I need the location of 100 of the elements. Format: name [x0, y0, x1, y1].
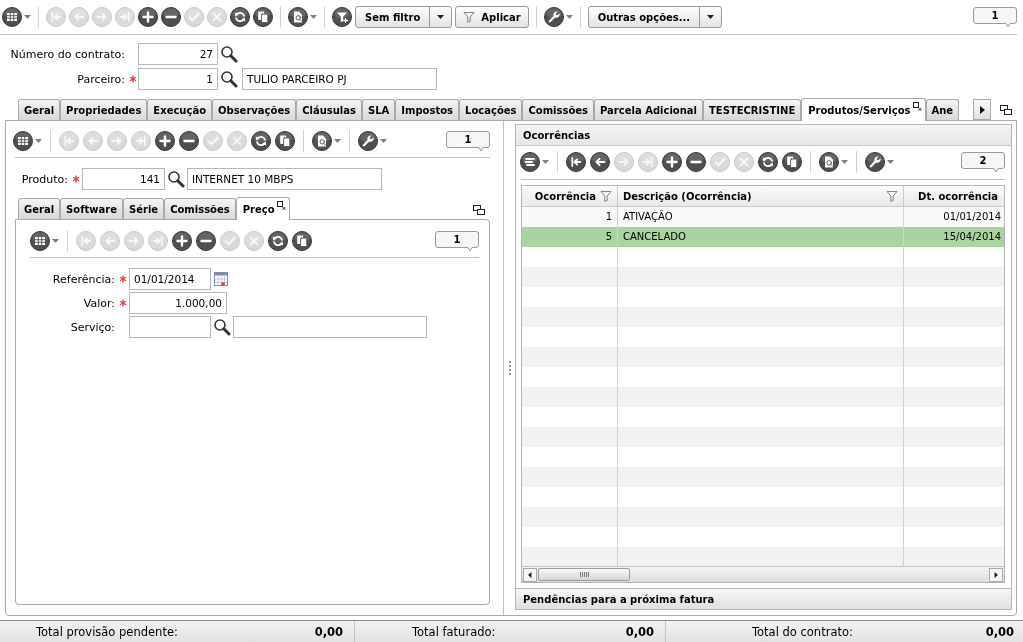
dropdown[interactable]: Outras opções...: [587, 6, 723, 28]
input-field[interactable]: 27: [138, 43, 218, 65]
search-icon[interactable]: [220, 45, 238, 63]
description-field[interactable]: TULIO PARCEIRO PJ: [242, 68, 437, 90]
description-field[interactable]: [233, 316, 427, 338]
duplicate-button[interactable]: [292, 231, 312, 251]
tab[interactable]: Preço: [235, 197, 290, 220]
list-menu-button[interactable]: [520, 152, 549, 172]
table-row[interactable]: 1 ATIVAÇÃO 01/01/2014: [522, 207, 1004, 227]
tab[interactable]: Geral: [18, 99, 61, 120]
tab[interactable]: Impostos: [395, 99, 460, 120]
input-field[interactable]: [129, 316, 211, 338]
remove-button[interactable]: [196, 231, 216, 251]
minus-icon: [161, 7, 181, 27]
grid-menu-button[interactable]: [30, 231, 59, 251]
tab[interactable]: SLA: [361, 99, 396, 120]
tab[interactable]: Observações: [212, 99, 297, 120]
tab[interactable]: Comissões: [522, 99, 595, 120]
caret-icon: [380, 139, 387, 143]
add-button[interactable]: [172, 231, 192, 251]
tab[interactable]: Comissões: [164, 198, 236, 219]
first-button[interactable]: [566, 152, 586, 172]
search-icon[interactable]: [220, 70, 238, 88]
add-button[interactable]: [138, 7, 158, 27]
remove-button[interactable]: [161, 7, 181, 27]
field-label: Número do contrato:: [10, 47, 126, 61]
funnel-icon: [332, 7, 352, 27]
funnel-icon[interactable]: [600, 190, 612, 202]
column-header[interactable]: Ocorrência: [522, 186, 618, 206]
bar-arrow-left-icon: [566, 152, 586, 172]
tab[interactable]: Locações: [459, 99, 523, 120]
grid-menu-button[interactable]: [2, 7, 31, 27]
column-header[interactable]: Dt. ocorrência: [904, 186, 1004, 206]
remove-button[interactable]: [686, 152, 706, 172]
triangle-left-icon[interactable]: [523, 568, 537, 582]
grid-icon: [13, 131, 33, 151]
tab[interactable]: Propriedades: [60, 99, 148, 120]
restore-icon[interactable]: [473, 205, 485, 215]
description-field[interactable]: INTERNET 10 MBPS: [187, 168, 382, 190]
tab[interactable]: Ane: [925, 99, 960, 120]
grid-menu-button[interactable]: [13, 131, 42, 151]
check-icon: [220, 231, 240, 251]
duplicate-button[interactable]: [275, 131, 295, 151]
tab[interactable]: Geral: [18, 198, 61, 219]
apply-button[interactable]: Aplicar: [455, 6, 529, 28]
tools-menu-button[interactable]: [543, 7, 573, 27]
tab[interactable]: Execução: [147, 99, 212, 120]
column-header[interactable]: Descrição (Ocorrência): [618, 186, 904, 206]
tab[interactable]: Software: [60, 198, 123, 219]
remove-button[interactable]: [179, 131, 199, 151]
arrow-bar-right-icon: [115, 7, 135, 27]
caret-icon: [24, 15, 31, 19]
refresh-button[interactable]: [230, 7, 250, 27]
funnel-icon: [463, 11, 476, 23]
horizontal-scrollbar[interactable]: [522, 566, 1004, 582]
tab[interactable]: Série: [123, 198, 165, 219]
add-button[interactable]: [155, 131, 175, 151]
input-field[interactable]: 1: [138, 68, 218, 90]
filter-button[interactable]: [332, 7, 352, 27]
report-menu-button[interactable]: [819, 152, 848, 172]
search-icon[interactable]: [167, 170, 185, 188]
report-menu-button[interactable]: [312, 131, 341, 151]
total-label: Total provisão pendente:: [36, 624, 178, 639]
scroll-right-button[interactable]: [973, 99, 991, 120]
add-button[interactable]: [662, 152, 682, 172]
arrow-bar-right-icon: [638, 152, 658, 172]
duplicate-button[interactable]: [782, 152, 802, 172]
triangle-right-icon[interactable]: [989, 568, 1003, 582]
calendar-icon[interactable]: [214, 272, 228, 286]
splitter-handle[interactable]: [507, 361, 512, 375]
square-x-icon[interactable]: [912, 102, 922, 111]
input-field[interactable]: 01/01/2014: [129, 268, 211, 290]
refresh-icon: [268, 231, 288, 251]
duplicate-button[interactable]: [253, 7, 273, 27]
input-field[interactable]: 141: [82, 168, 165, 190]
tab[interactable]: Produtos/Serviços: [801, 98, 926, 121]
document-search-icon: [819, 152, 839, 172]
refresh-button[interactable]: [758, 152, 778, 172]
search-icon[interactable]: [213, 318, 231, 336]
previous-button[interactable]: [590, 152, 610, 172]
report-menu-button[interactable]: [288, 7, 317, 27]
scrollbar-thumb[interactable]: [538, 568, 630, 581]
restore-icon[interactable]: [1000, 105, 1012, 115]
caret-icon: [437, 15, 445, 19]
tab[interactable]: TESTECRISTINE: [703, 99, 802, 120]
table-row[interactable]: 5 CANCELADO 15/04/2014: [522, 227, 1004, 247]
refresh-button[interactable]: [251, 131, 271, 151]
dropdown[interactable]: Sem filtro: [355, 6, 453, 28]
refresh-button[interactable]: [268, 231, 288, 251]
input-field[interactable]: 1.000,00: [129, 292, 227, 314]
tab[interactable]: Cláusulas: [296, 99, 362, 120]
caret-icon: [707, 15, 715, 19]
tools-menu-button[interactable]: [865, 152, 894, 172]
tab[interactable]: Parcela Adicional: [594, 99, 703, 120]
square-x-icon[interactable]: [276, 201, 286, 210]
arrow-left-icon: [83, 131, 103, 151]
plus-icon: [662, 152, 682, 172]
funnel-icon[interactable]: [886, 190, 898, 202]
total-value: 0,00: [314, 624, 343, 639]
tools-menu-button[interactable]: [358, 131, 387, 151]
